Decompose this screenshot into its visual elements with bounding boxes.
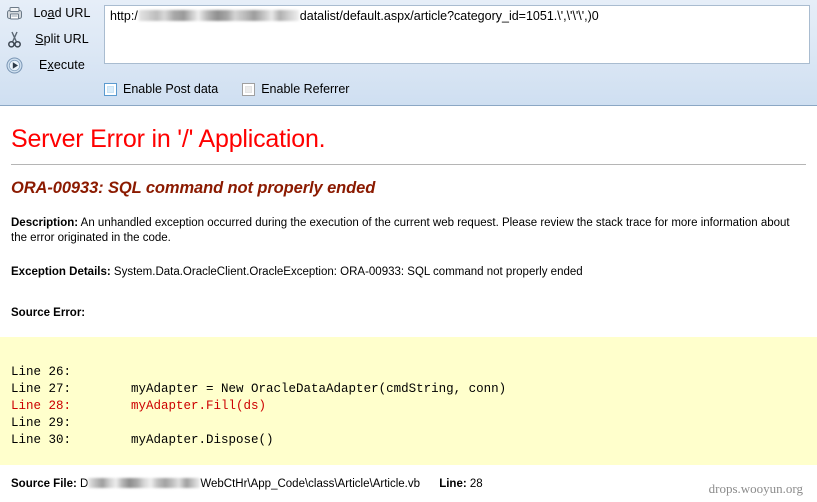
code-line-number: Line 30: xyxy=(11,433,72,447)
enable-referrer-checkbox[interactable] xyxy=(242,82,256,96)
code-line-text: myAdapter.Dispose() xyxy=(71,433,274,447)
code-line: Line 27: myAdapter = New OracleDataAdapt… xyxy=(11,382,506,396)
source-code-block: Line 26: Line 27: myAdapter = New Oracle… xyxy=(0,337,817,465)
redacted-path-blur xyxy=(88,478,201,488)
description-label: Description: xyxy=(11,217,79,229)
exception-details-block: Exception Details: System.Data.OracleCli… xyxy=(0,265,817,280)
description-block: Description: An unhandled exception occu… xyxy=(0,216,817,245)
code-line: Line 26: xyxy=(11,365,71,379)
scissors-icon xyxy=(4,29,24,49)
source-file-block: Source File: D WebCtHr\App_Code\class\Art… xyxy=(0,478,817,490)
source-file-suffix: WebCtHr\App_Code\class\Article\Article.v… xyxy=(200,478,420,490)
code-line-number: Line 26: xyxy=(11,365,72,379)
code-line-number: Line 29: xyxy=(11,416,72,430)
execute-button[interactable]: Execute xyxy=(0,52,104,78)
description-text: An unhandled exception occurred during t… xyxy=(11,217,790,244)
code-line: Line 28: myAdapter.Fill(ds) xyxy=(11,399,266,413)
code-line-text: myAdapter.Fill(ds) xyxy=(71,399,267,413)
code-line-text: myAdapter = New OracleDataAdapter(cmdStr… xyxy=(71,382,507,396)
exception-message: ORA-00933: SQL command not properly ende… xyxy=(11,179,376,197)
split-url-label: Split URL xyxy=(35,32,89,46)
enable-post-data-label: Enable Post data xyxy=(123,82,219,96)
redacted-host-blur xyxy=(138,10,299,21)
exception-details-text: System.Data.OracleClient.OracleException… xyxy=(113,266,583,278)
load-url-label: Load URL xyxy=(33,6,91,20)
hackbar-toolbar: Load URL Split URL Execute http:/ datali… xyxy=(0,0,817,106)
code-line: Line 30: myAdapter.Dispose() xyxy=(11,433,274,447)
code-line-number: Line 28: xyxy=(11,399,72,413)
split-url-button[interactable]: Split URL xyxy=(0,26,104,52)
url-suffix-text: datalist/default.aspx/article?category_i… xyxy=(299,9,599,23)
source-file-prefix: D xyxy=(80,478,89,490)
code-line-number: Line 27: xyxy=(11,382,72,396)
load-url-button[interactable]: Load URL xyxy=(0,0,104,26)
execute-label: Execute xyxy=(39,58,85,72)
hackbar-button-column: Load URL Split URL Execute xyxy=(0,0,104,78)
code-line: Line 29: xyxy=(11,416,71,430)
enable-referrer-label: Enable Referrer xyxy=(261,82,350,96)
page-title: Server Error in '/' Application. xyxy=(11,125,326,153)
hackbar-options-row: Enable Post data Enable Referrer xyxy=(104,82,367,96)
source-error-label: Source Error: xyxy=(11,306,86,319)
source-file-label: Source File: xyxy=(11,478,77,490)
line-label: Line: xyxy=(439,478,467,490)
load-url-icon xyxy=(4,3,24,23)
aspnet-error-page: Server Error in '/' Application. ORA-009… xyxy=(0,107,817,502)
exception-details-label: Exception Details: xyxy=(11,266,111,278)
enable-post-data-checkbox[interactable] xyxy=(104,82,117,96)
watermark: drops.wooyun.org xyxy=(708,481,803,496)
line-value: 28 xyxy=(469,478,483,490)
url-input[interactable]: http:/ datalist/default.aspx/article?cate… xyxy=(104,5,810,64)
url-prefix-text: http:/ xyxy=(110,9,138,23)
play-icon xyxy=(4,55,24,75)
